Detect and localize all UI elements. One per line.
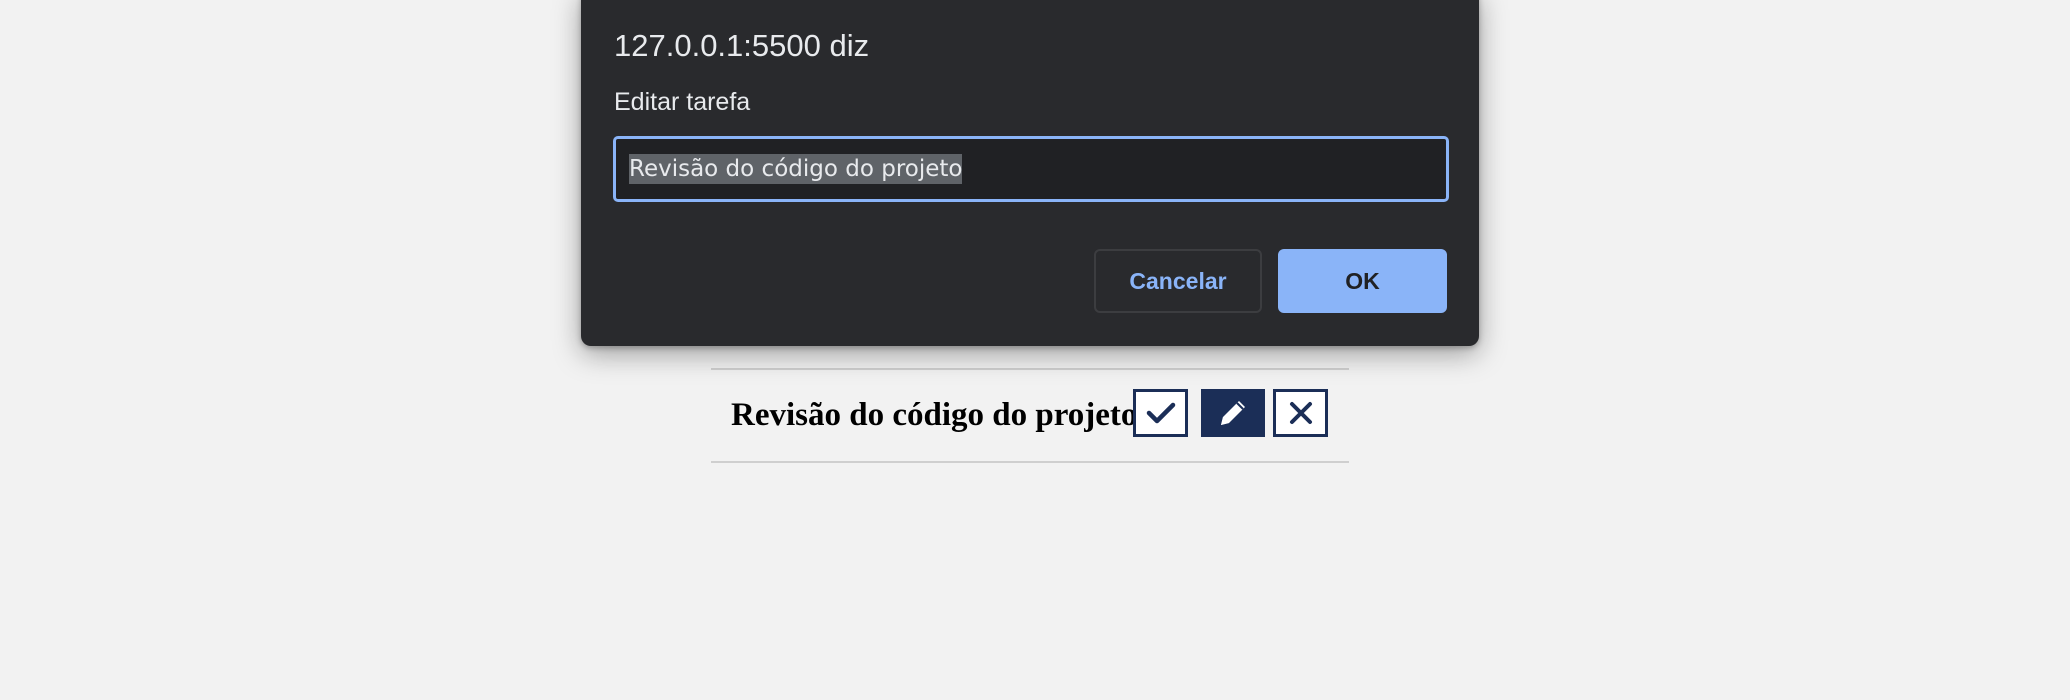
dialog-message: Editar tarefa — [614, 88, 751, 116]
dialog-title: 127.0.0.1:5500 diz — [614, 28, 870, 63]
pencil-icon — [1221, 401, 1245, 425]
close-icon — [1289, 402, 1312, 424]
todo-item-text: Revisão do código do projeto — [731, 397, 1138, 433]
prompt-dialog: 127.0.0.1:5500 diz Editar tarefa Revisão… — [581, 0, 1479, 346]
divider-top — [711, 368, 1349, 370]
edit-task-input[interactable]: Revisão do código do projeto — [613, 136, 1449, 202]
complete-button[interactable] — [1133, 389, 1188, 437]
check-icon — [1146, 402, 1175, 424]
ok-button[interactable]: OK — [1278, 249, 1447, 313]
delete-button[interactable] — [1273, 389, 1328, 437]
edit-button[interactable] — [1201, 389, 1265, 437]
cancel-button[interactable]: Cancelar — [1094, 249, 1262, 313]
list-item: Revisão do código do projeto — [711, 371, 1349, 461]
divider-bottom — [711, 461, 1349, 463]
input-selected-text: Revisão do código do projeto — [629, 154, 963, 184]
